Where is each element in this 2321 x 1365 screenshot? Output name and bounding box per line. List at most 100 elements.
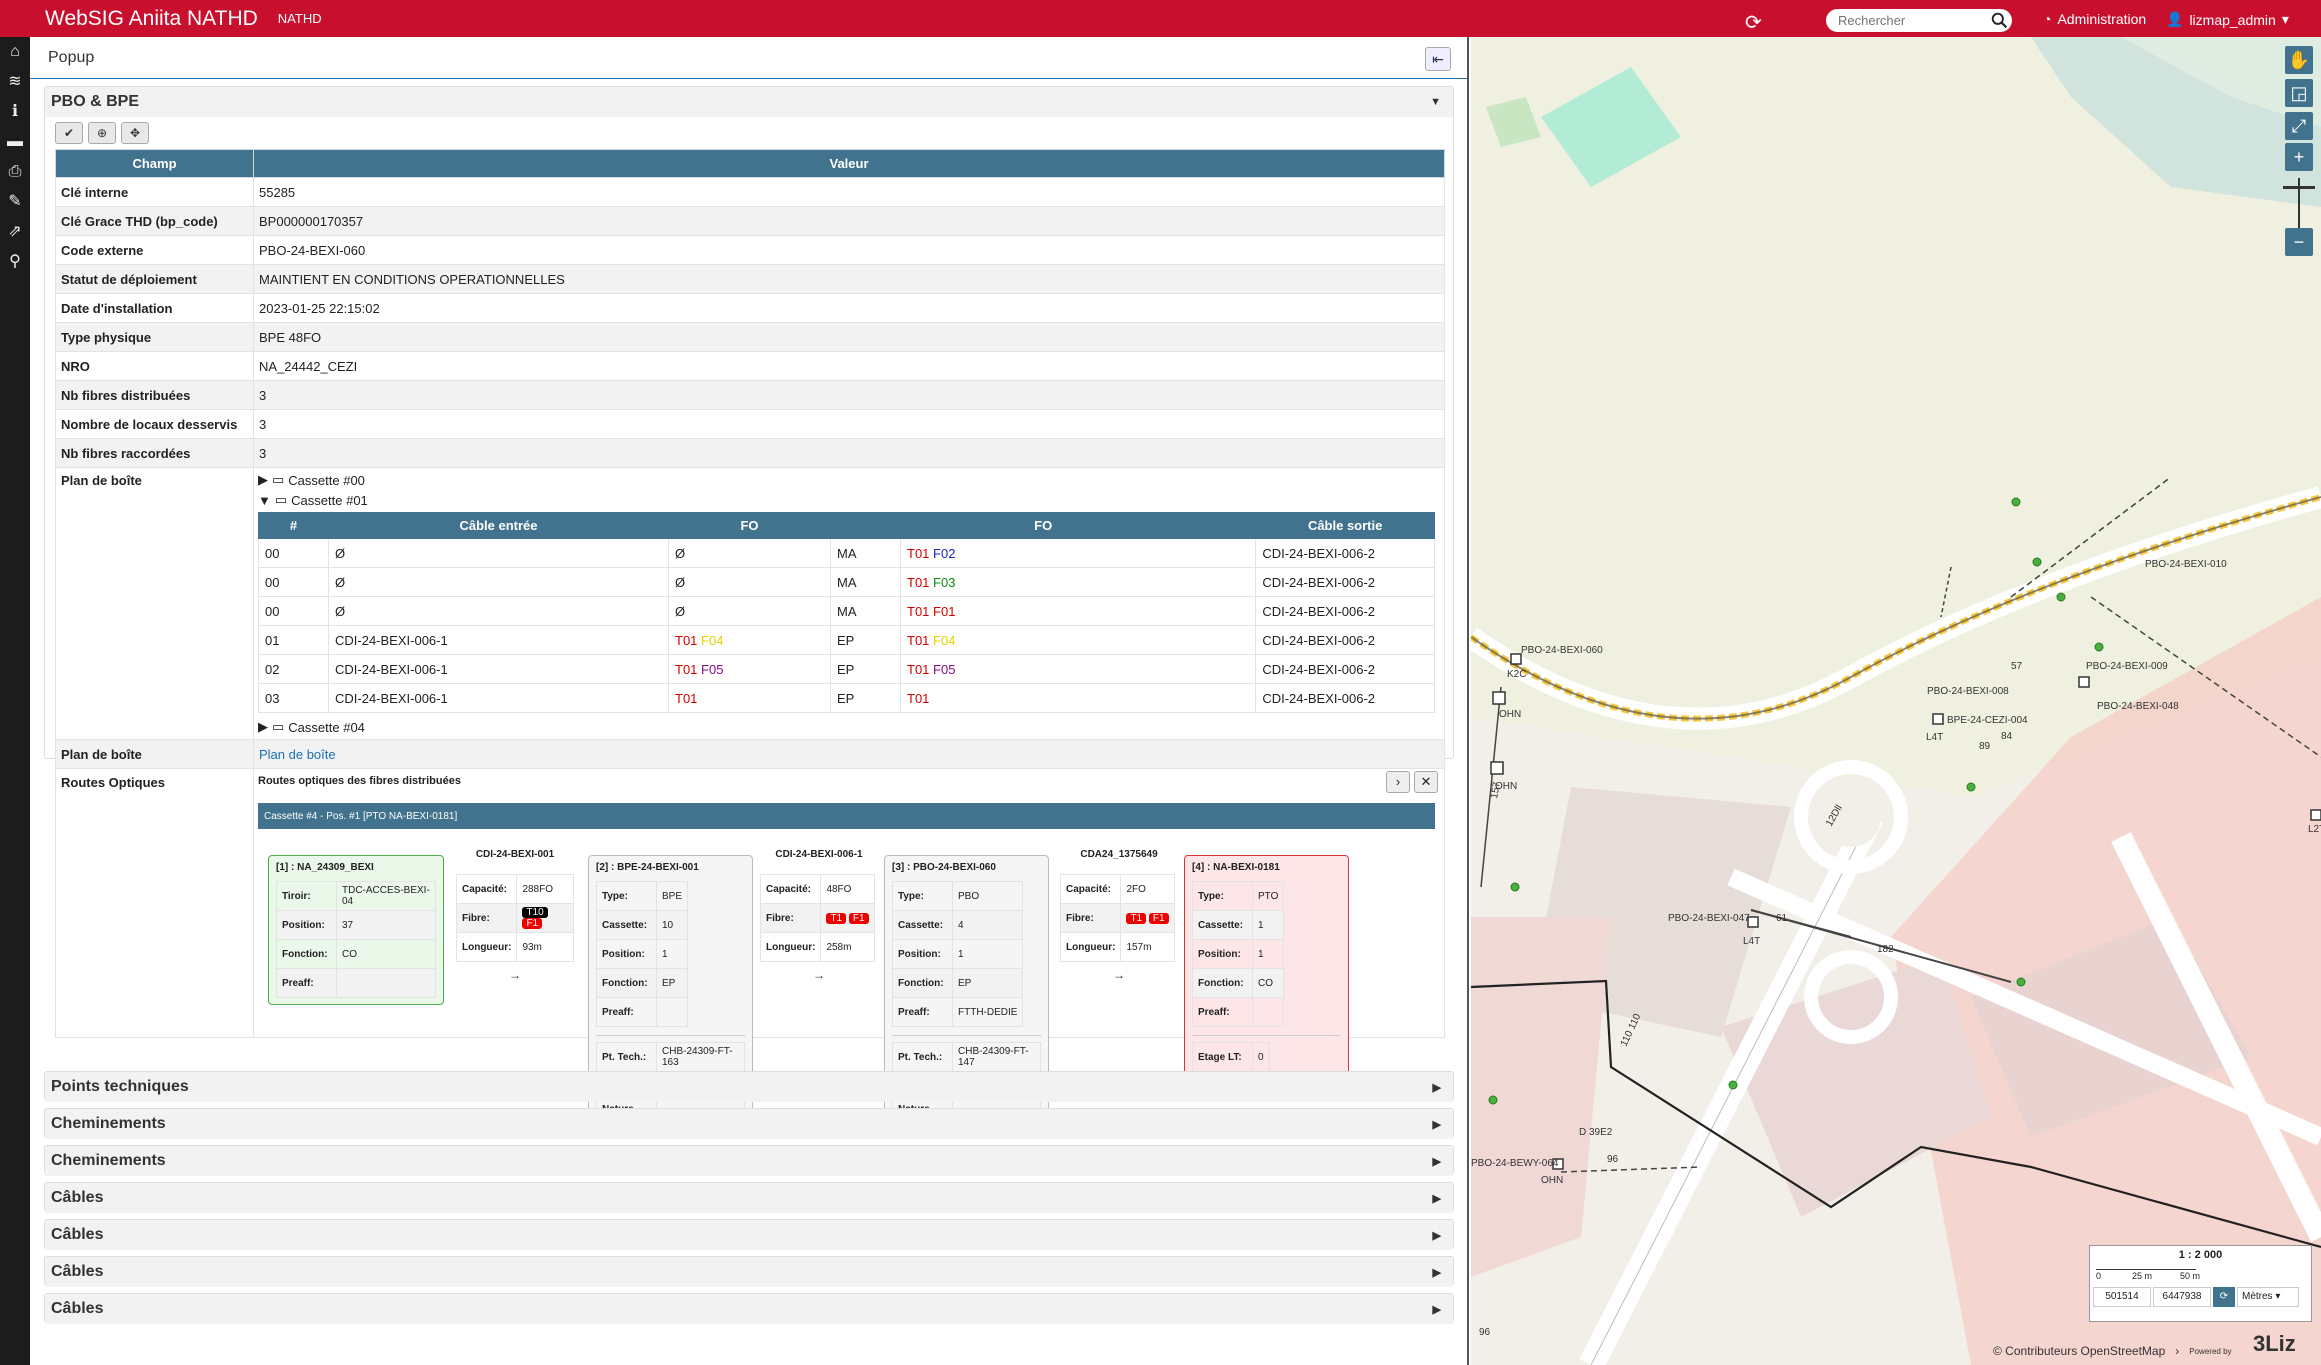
zoom-in-icon[interactable]: + [2285,143,2313,171]
section-header[interactable]: Points techniques ▶ [45,1072,1453,1102]
layers-icon[interactable]: ≋ [0,67,30,97]
collapsed-section[interactable]: Points techniques ▶ [44,1071,1454,1102]
node-value: 0 [1252,1042,1270,1072]
cas-fo-out: T01 F03 [899,567,1257,597]
link-key: Capacité: [1059,874,1122,904]
collapsed-section[interactable]: Cheminements ▶ [44,1145,1454,1176]
next-route-button[interactable]: › [1386,771,1410,793]
draw-icon[interactable]: ✎ [0,187,30,217]
cassette-00-toggle[interactable]: ▶ ▭ Cassette #00 [258,470,1440,490]
link-length: 258m [820,932,875,962]
zoom-slider-handle[interactable] [2283,186,2315,189]
fo-fiber: F04 [701,632,724,648]
route-link: CDA24_1375649 Capacité: 2FO Fibre: T1 F1 Long… [1059,849,1178,982]
units-value: Mètres [2242,1291,2273,1302]
cas-num: 00 [258,538,329,568]
cas-col-cable-out: Câble sortie [1255,512,1435,539]
cassette-icon: ▭ [272,472,285,487]
close-routes-button[interactable]: ✕ [1414,771,1438,793]
collapsed-section[interactable]: Câbles ▶ [44,1219,1454,1250]
route-node-title: [4] : NA-BEXI-0181 [1192,862,1280,873]
map-label: OHN [1499,709,1521,720]
scale-box: 1 : 2 000 0 25 m 50 m 501514 6447938 ⟳ M… [2089,1245,2312,1322]
info-icon[interactable]: ℹ [0,97,30,127]
triangle-right-icon: ▶ [258,472,268,487]
section-header[interactable]: Câbles ▶ [45,1220,1453,1250]
expand-arrow-icon[interactable]: ▶ [1433,1192,1441,1205]
collapse-arrow-icon[interactable]: ▼ [1430,96,1441,108]
field-name: NRO [55,351,254,381]
node-value: PBO [951,881,1024,911]
cassette-01-toggle[interactable]: ▼ ▭ Cassette #01 [258,490,1440,510]
attribution: © Contributeurs OpenStreetMap › Powered … [1993,1344,2232,1358]
node-key: Etage LT: [1192,1042,1253,1072]
pbo-bpe-header[interactable]: PBO & BPE ▼ [45,87,1453,117]
cas-cable-out: CDI-24-BEXI-006-2 [1255,567,1435,597]
section-header[interactable]: Cheminements ▶ [45,1109,1453,1139]
map-label: PBO-24-BEXI-060 [1521,645,1603,656]
share-icon[interactable]: ⇗ [0,217,30,247]
search-icon[interactable] [1991,12,2008,29]
cas-cable-out: CDI-24-BEXI-006-2 [1255,538,1435,568]
print-icon[interactable]: ⎙ [0,157,30,187]
user-menu[interactable]: 👤 lizmap_admin ▾ [2166,11,2289,28]
collapsed-section[interactable]: Câbles ▶ [44,1256,1454,1287]
collapsed-section[interactable]: Cheminements ▶ [44,1108,1454,1139]
collapsed-section[interactable]: Câbles ▶ [44,1182,1454,1213]
cassette-row: 02 CDI-24-BEXI-006-1 T01 F05 EP T01 F05 CDI-2… [258,654,1435,684]
fo-tube: T01 [907,574,930,590]
refresh-coords-icon[interactable]: ⟳ [2213,1287,2235,1307]
section-header[interactable]: Câbles ▶ [45,1257,1453,1287]
expand-arrow-icon[interactable]: ▶ [1433,1229,1441,1242]
map-label: PBO-24-BEXI-048 [2097,701,2179,712]
map-label: L2T [2308,824,2321,835]
expand-icon[interactable]: › [2175,1344,2179,1358]
refresh-icon[interactable]: ⟳ [1745,10,1762,35]
cassette-label: Cassette #01 [291,492,368,508]
cas-fo-out: T01 F02 [899,538,1257,568]
expand-arrow-icon[interactable]: ▶ [1433,1303,1441,1316]
center-feature-button[interactable]: ✥ [121,122,149,144]
map-svg[interactable]: PBO-24-BEXI-060 K2C OHN OHN PBO-24-BEXI-… [1471,37,2321,1365]
collapsed-section[interactable]: Câbles ▶ [44,1293,1454,1324]
home-icon[interactable]: ⌂ [0,37,30,67]
section-header[interactable]: Câbles ▶ [45,1183,1453,1213]
search-box[interactable] [1826,9,2012,32]
scale-tick: 0 [2096,1271,2102,1281]
search-input[interactable] [1838,13,1998,28]
table-row: Clé Grace THD (bp_code) BP000000170357 [55,206,1445,236]
cassette-04-toggle[interactable]: ▶ ▭ Cassette #04 [258,717,1440,737]
node-value: TDC-ACCES-BEXI-04 [336,881,436,911]
select-check-button[interactable]: ✔ [55,122,83,144]
pan-icon[interactable]: ✋ [2285,46,2313,74]
popup-icon[interactable]: ▬ [0,127,30,157]
map-label: 84 [2001,731,2013,742]
node-value [655,997,689,1027]
administration-link[interactable]: ◔ Administration [2043,11,2146,27]
field-value: 2023-01-25 22:15:02 [253,293,1445,323]
route-node[interactable]: [4] : NA-BEXI-0181 Type: PTO Cassette: 1 Posi… [1184,855,1349,1079]
zoom-box-icon[interactable]: ◲ [2285,79,2313,107]
node-key: Fonction: [1192,968,1253,998]
cas-cable-out: CDI-24-BEXI-006-2 [1255,683,1435,713]
zoom-extent-icon[interactable]: ⤢ [2285,112,2313,140]
plan-link[interactable]: Plan de boîte [259,747,336,762]
route-node-title: [3] : PBO-24-BEXI-060 [892,862,996,873]
collapse-popup-button[interactable]: ⇤ [1425,47,1451,71]
expand-arrow-icon[interactable]: ▶ [1433,1081,1441,1094]
route-node[interactable]: [1] : NA_24309_BEXI Tiroir: TDC-ACCES-BEXI… [268,855,444,1005]
zoom-out-icon[interactable]: − [2285,228,2313,256]
map-canvas[interactable]: PBO-24-BEXI-060 K2C OHN OHN PBO-24-BEXI-… [1471,37,2321,1365]
expand-arrow-icon[interactable]: ▶ [1433,1118,1441,1131]
expand-arrow-icon[interactable]: ▶ [1433,1155,1441,1168]
zoom-to-feature-button[interactable]: ⊕ [88,122,116,144]
fo-tube: T01 [907,632,930,648]
cas-cable-in: CDI-24-BEXI-006-1 [328,654,669,684]
units-select[interactable]: Mètres ▾ [2237,1287,2299,1307]
section-header[interactable]: Câbles ▶ [45,1294,1453,1324]
triangle-down-icon: ▼ [258,492,271,508]
section-header[interactable]: Cheminements ▶ [45,1146,1453,1176]
link-key: Fibre: [1059,903,1122,933]
expand-arrow-icon[interactable]: ▶ [1433,1266,1441,1279]
location-icon[interactable]: ⚲ [0,247,30,277]
